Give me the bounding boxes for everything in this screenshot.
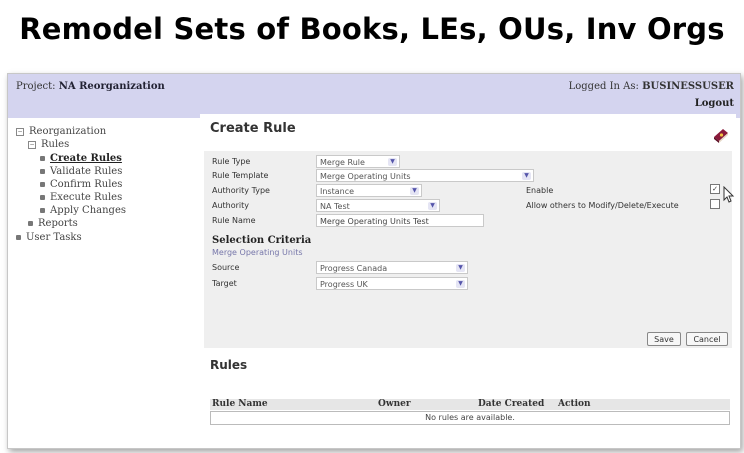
tree-label: Rules: [41, 139, 70, 150]
tree-label[interactable]: User Tasks: [26, 232, 82, 243]
minus-box-icon[interactable]: −: [28, 140, 36, 149]
create-rule-form: Rule Type Merge Rule ▼ Rule Template Mer…: [204, 151, 732, 348]
slide: Remodel Sets of Books, LEs, OUs, Inv Org…: [0, 0, 744, 453]
tree-item-create-rules[interactable]: Create Rules: [40, 153, 122, 164]
logged-in-indicator: Logged In As: BUSINESSUSER: [569, 81, 734, 92]
tree-label[interactable]: Validate Rules: [50, 166, 122, 177]
chevron-down-icon[interactable]: ▼: [410, 187, 419, 195]
logged-in-label: Logged In As:: [568, 81, 639, 92]
tree-label: Reorganization: [29, 126, 107, 137]
authority-type-select[interactable]: Instance ▼: [316, 184, 422, 197]
tree-label[interactable]: Execute Rules: [50, 192, 122, 203]
rule-name-label: Rule Name: [212, 216, 256, 225]
authority-label: Authority: [212, 201, 250, 210]
bullet-icon: [40, 156, 45, 161]
rule-template-value: Merge Operating Units: [320, 172, 411, 181]
tree-item-confirm-rules[interactable]: Confirm Rules: [40, 179, 122, 190]
column-header-date-created: Date Created: [478, 399, 545, 409]
tree-item-validate-rules[interactable]: Validate Rules: [40, 166, 122, 177]
target-value: Progress UK: [320, 280, 368, 289]
rule-template-label: Rule Template: [212, 171, 269, 180]
page-title: Create Rule: [210, 121, 296, 136]
empty-rules-message: No rules are available.: [210, 411, 730, 425]
rule-type-select[interactable]: Merge Rule ▼: [316, 155, 400, 168]
bullet-icon: [28, 221, 33, 226]
tree-item-reorganization[interactable]: − Reorganization: [16, 126, 106, 137]
cancel-button[interactable]: Cancel: [686, 332, 728, 346]
bullet-icon: [16, 235, 21, 240]
logged-in-user: BUSINESSUSER: [642, 81, 734, 92]
rules-table-header: Rule Name Owner Date Created Action: [210, 399, 730, 410]
save-button[interactable]: Save: [647, 332, 681, 346]
top-bar: Project: NA Reorganization Logged In As:…: [8, 74, 740, 118]
chevron-down-icon[interactable]: ▼: [522, 172, 531, 180]
source-value: Progress Canada: [320, 264, 388, 273]
tree-label[interactable]: Create Rules: [50, 153, 122, 164]
selection-criteria-heading: Selection Criteria: [212, 235, 312, 246]
tree-item-rules[interactable]: − Rules: [28, 139, 69, 150]
enable-checkbox[interactable]: ✓: [710, 184, 720, 194]
chevron-down-icon[interactable]: ▼: [388, 158, 397, 166]
source-label: Source: [212, 263, 240, 272]
project-label: Project:: [16, 81, 56, 92]
rule-type-value: Merge Rule: [320, 158, 365, 167]
authority-select[interactable]: NA Test ▼: [316, 199, 440, 212]
rule-template-select[interactable]: Merge Operating Units ▼: [316, 169, 534, 182]
source-select[interactable]: Progress Canada ▼: [316, 261, 468, 274]
logout-link[interactable]: Logout: [695, 98, 734, 109]
tree-item-reports[interactable]: Reports: [28, 218, 78, 229]
target-label: Target: [212, 279, 237, 288]
tree-label[interactable]: Reports: [38, 218, 78, 229]
tree-item-apply-changes[interactable]: Apply Changes: [40, 205, 126, 216]
authority-value: NA Test: [320, 202, 350, 211]
tree-label[interactable]: Confirm Rules: [50, 179, 122, 190]
enable-label: Enable: [526, 186, 554, 195]
target-select[interactable]: Progress UK ▼: [316, 277, 468, 290]
column-header-rule-name: Rule Name: [212, 399, 268, 409]
column-header-action: Action: [558, 399, 591, 409]
chevron-down-icon[interactable]: ▼: [456, 280, 465, 288]
selection-sub-label: Merge Operating Units: [212, 248, 303, 257]
chevron-down-icon[interactable]: ▼: [428, 202, 437, 210]
bullet-icon: [40, 208, 45, 213]
project-indicator: Project: NA Reorganization: [16, 81, 165, 92]
main-panel: Create Rule Rule Type Merge Rule ▼ Rule …: [200, 114, 736, 448]
allow-others-checkbox[interactable]: [710, 199, 720, 209]
project-name: NA Reorganization: [58, 81, 165, 92]
authority-type-value: Instance: [320, 187, 355, 196]
rules-heading: Rules: [210, 358, 248, 372]
slide-title: Remodel Sets of Books, LEs, OUs, Inv Org…: [19, 12, 725, 46]
tree-item-user-tasks[interactable]: User Tasks: [16, 232, 82, 243]
mouse-pointer-icon: [723, 186, 735, 203]
app-window: Project: NA Reorganization Logged In As:…: [7, 73, 741, 449]
rule-name-input[interactable]: Merge Operating Units Test: [316, 214, 484, 227]
chevron-down-icon[interactable]: ▼: [456, 264, 465, 272]
column-header-owner: Owner: [378, 399, 411, 409]
bullet-icon: [40, 169, 45, 174]
minus-box-icon[interactable]: −: [16, 127, 24, 136]
tree-item-execute-rules[interactable]: Execute Rules: [40, 192, 122, 203]
authority-type-label: Authority Type: [212, 186, 270, 195]
tree-label[interactable]: Apply Changes: [50, 205, 126, 216]
bullet-icon: [40, 182, 45, 187]
help-book-icon[interactable]: [712, 126, 730, 144]
allow-label: Allow others to Modify/Delete/Execute: [526, 201, 679, 210]
rule-type-label: Rule Type: [212, 157, 251, 166]
bullet-icon: [40, 195, 45, 200]
